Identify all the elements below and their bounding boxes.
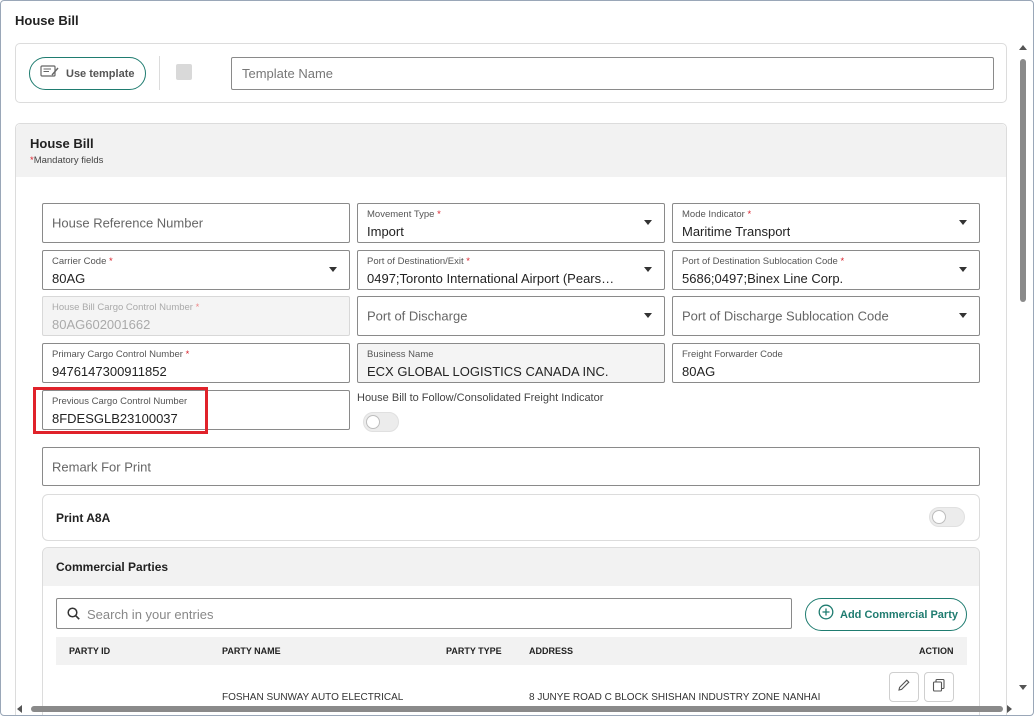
col-address: ADDRESS (529, 646, 574, 656)
mode-indicator-label: Mode Indicator * (682, 209, 752, 220)
port-of-destination-sublocation-label: Port of Destination Sublocation Code * (682, 256, 845, 267)
chevron-down-icon (959, 313, 967, 318)
address-cell: 8 JUNYE ROAD C BLOCK SHISHAN INDUSTRY ZO… (529, 692, 821, 703)
section-title: House Bill (30, 136, 94, 151)
chevron-down-icon (644, 267, 652, 272)
mode-indicator-select[interactable]: Mode Indicator * Maritime Transport (672, 203, 980, 243)
scroll-down-arrow[interactable] (1019, 685, 1027, 690)
horizontal-scrollbar[interactable] (15, 703, 1017, 715)
chevron-down-icon (644, 313, 652, 318)
scroll-right-arrow[interactable] (1007, 705, 1012, 713)
movement-type-value: Import (367, 224, 404, 239)
pencil-icon (897, 678, 911, 697)
follow-indicator-toggle[interactable] (363, 412, 399, 432)
primary-ccn-label: Primary Cargo Control Number * (52, 349, 190, 360)
scroll-thumb[interactable] (1020, 59, 1026, 302)
freight-forwarder-code-value: 80AG (682, 364, 716, 379)
business-name-value: ECX GLOBAL LOGISTICS CANADA INC. (367, 364, 609, 379)
carrier-code-label: Carrier Code * (52, 256, 113, 267)
template-card: Use template Template Name (15, 43, 1007, 103)
col-action: ACTION (919, 646, 954, 656)
carrier-code-value: 80AG (52, 271, 86, 286)
commercial-parties-header: Commercial Parties (43, 548, 979, 586)
chevron-down-icon (644, 220, 652, 225)
add-commercial-party-button[interactable]: Add Commercial Party (805, 598, 967, 631)
movement-type-select[interactable]: Movement Type * Import (357, 203, 665, 243)
movement-type-label: Movement Type * (367, 209, 441, 220)
print-a8a-toggle[interactable] (929, 507, 965, 527)
mandatory-note: *Mandatory fields (30, 155, 104, 166)
chevron-down-icon (959, 220, 967, 225)
table-header: PARTY ID PARTY NAME PARTY TYPE ADDRESS A… (56, 637, 967, 665)
search-input[interactable]: Search in your entries (56, 598, 792, 629)
window-title: House Bill (15, 13, 79, 28)
primary-ccn-input[interactable]: Primary Cargo Control Number * 947614730… (42, 343, 350, 383)
toggle-knob (932, 510, 946, 524)
house-bill-ccn-field: House Bill Cargo Control Number * 80AG60… (42, 296, 350, 336)
scroll-up-arrow[interactable] (1019, 45, 1027, 50)
port-of-destination-select[interactable]: Port of Destination/Exit * 0497;Toronto … (357, 250, 665, 290)
port-of-discharge-placeholder: Port of Discharge (367, 308, 468, 324)
highlight-box (33, 387, 208, 434)
col-party-type: PARTY TYPE (446, 646, 502, 656)
port-of-discharge-sublocation-placeholder: Port of Discharge Sublocation Code (682, 308, 889, 324)
vertical-scrollbar[interactable] (1016, 43, 1028, 695)
house-bill-ccn-value: 80AG602001662 (52, 317, 151, 332)
remark-for-print-placeholder: Remark For Print (52, 459, 151, 474)
port-of-destination-sublocation-select[interactable]: Port of Destination Sublocation Code * 5… (672, 250, 980, 290)
port-of-destination-sublocation-value: 5686;0497;Binex Line Corp. (682, 271, 844, 286)
add-commercial-party-label: Add Commercial Party (840, 608, 958, 621)
port-of-discharge-sublocation-select[interactable]: Port of Discharge Sublocation Code (672, 296, 980, 336)
business-name-label: Business Name (367, 349, 434, 360)
commercial-parties-title: Commercial Parties (56, 560, 169, 574)
mode-indicator-value: Maritime Transport (682, 224, 791, 239)
divider (159, 56, 160, 90)
house-reference-number-input[interactable]: House Reference Number (42, 203, 350, 243)
plus-circle-icon (818, 604, 834, 625)
carrier-code-select[interactable]: Carrier Code * 80AG (42, 250, 350, 290)
house-bill-header: House Bill *Mandatory fields (16, 124, 1006, 177)
house-reference-number-placeholder: House Reference Number (52, 215, 204, 231)
party-name-cell: FOSHAN SUNWAY AUTO ELECTRICAL (222, 692, 404, 703)
commercial-parties-card: Commercial Parties Search in your entrie… (42, 547, 980, 715)
port-of-discharge-select[interactable]: Port of Discharge (357, 296, 665, 336)
house-bill-dialog: House Bill Use template Template Name Ho… (0, 0, 1034, 716)
copy-button[interactable] (924, 672, 954, 702)
scroll-thumb[interactable] (31, 706, 1003, 712)
business-name-field: Business Name ECX GLOBAL LOGISTICS CANAD… (357, 343, 665, 383)
freight-forwarder-code-label: Freight Forwarder Code (682, 349, 783, 360)
title-bar: House Bill (1, 1, 1033, 37)
edit-button[interactable] (889, 672, 919, 702)
col-party-id: PARTY ID (69, 646, 111, 656)
toggle-knob (366, 415, 380, 429)
scroll-left-arrow[interactable] (17, 705, 22, 713)
chevron-down-icon (959, 267, 967, 272)
house-bill-ccn-label: House Bill Cargo Control Number * (52, 302, 200, 313)
use-template-label: Use template (66, 67, 135, 80)
remark-for-print-input[interactable]: Remark For Print (42, 447, 980, 486)
port-of-destination-label: Port of Destination/Exit * (367, 256, 470, 267)
search-placeholder: Search in your entries (87, 607, 214, 622)
primary-ccn-value: 9476147300911852 (52, 364, 167, 379)
template-name-placeholder: Template Name (242, 66, 334, 81)
use-template-button[interactable]: Use template (29, 57, 146, 90)
print-a8a-card: Print A8A (42, 494, 980, 541)
port-of-destination-value: 0497;Toronto International Airport (Pear… (367, 271, 615, 286)
copy-icon (932, 678, 946, 697)
template-checkbox[interactable] (176, 64, 192, 80)
freight-forwarder-code-input[interactable]: Freight Forwarder Code 80AG (672, 343, 980, 383)
follow-indicator-label: House Bill to Follow/Consolidated Freigh… (357, 392, 604, 404)
chevron-down-icon (329, 267, 337, 272)
col-party-name: PARTY NAME (222, 646, 281, 656)
print-a8a-title: Print A8A (56, 511, 111, 525)
search-icon (67, 607, 80, 620)
note-edit-icon (40, 64, 60, 83)
template-name-input[interactable]: Template Name (231, 57, 994, 90)
